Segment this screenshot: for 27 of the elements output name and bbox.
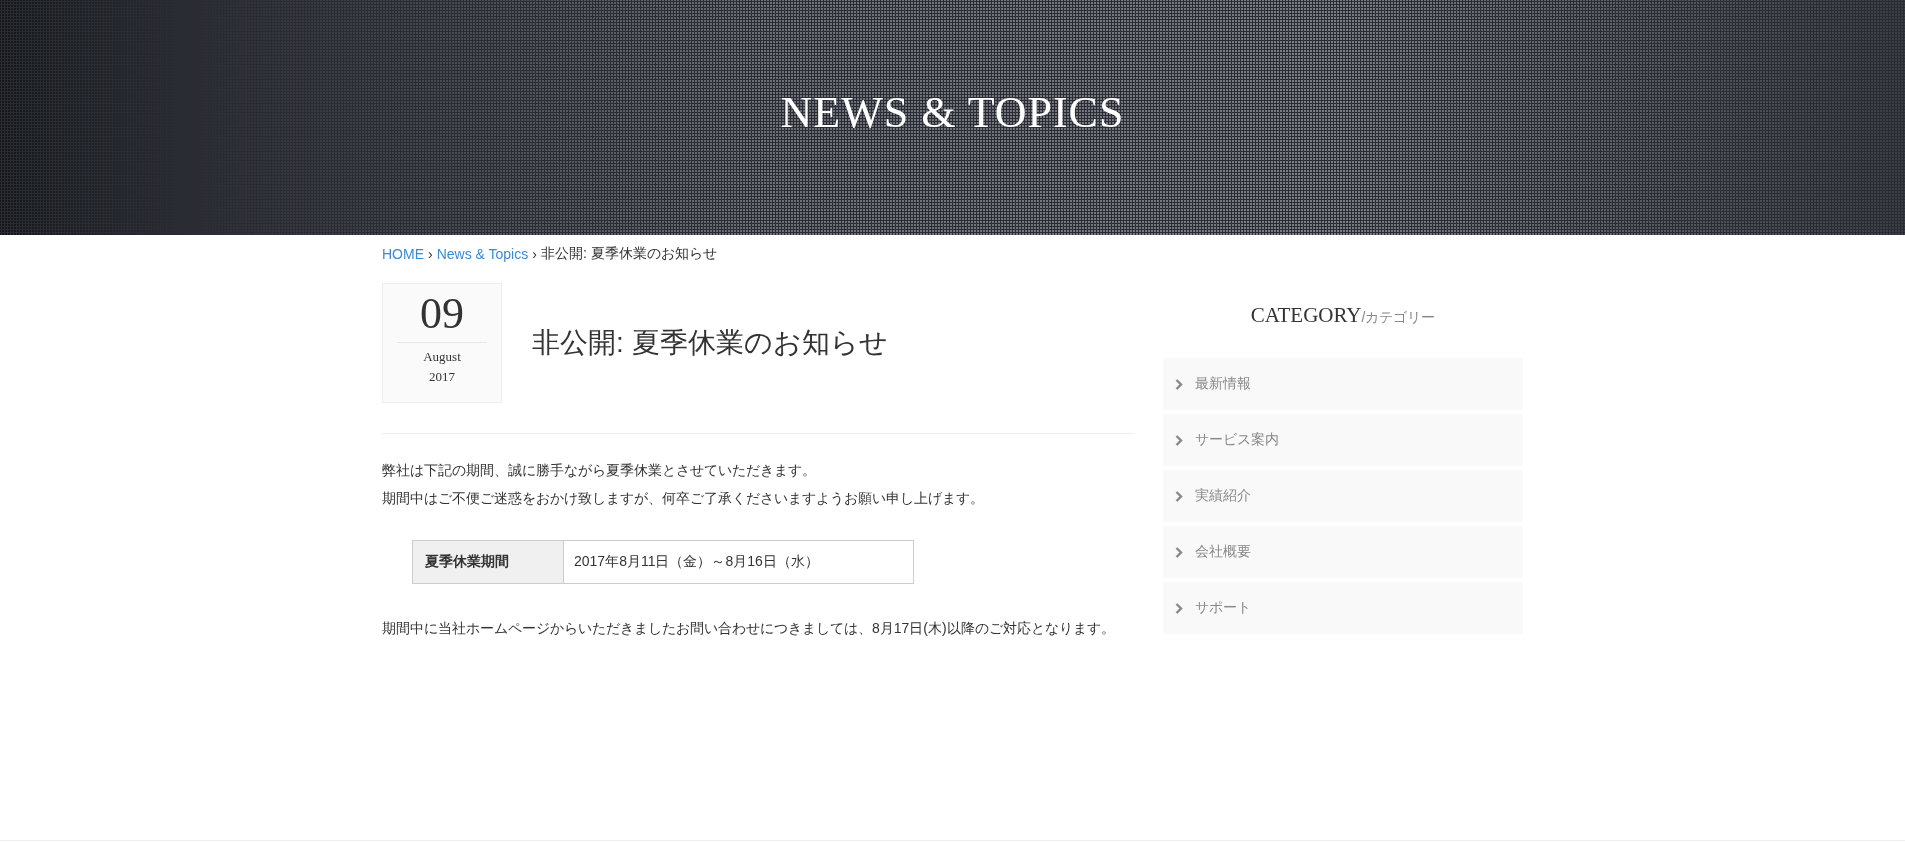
chevron-icon bbox=[1175, 546, 1183, 558]
date-year: 2017 bbox=[429, 368, 455, 387]
category-link[interactable]: サービス案内 bbox=[1163, 414, 1523, 466]
date-month: August bbox=[423, 348, 461, 367]
category-link[interactable]: 会社概要 bbox=[1163, 526, 1523, 578]
breadcrumb-link[interactable]: HOME bbox=[382, 246, 424, 262]
breadcrumb-separator: › bbox=[428, 246, 433, 262]
body-text: 期間中に当社ホームページからいただきましたお問い合わせにつきましては、8月17日(木)以降のご対応となります。 bbox=[382, 619, 1116, 638]
chevron-icon bbox=[1175, 434, 1183, 446]
breadcrumb-separator: › bbox=[532, 246, 537, 262]
sidebar-subheading: /カテゴリー bbox=[1361, 309, 1436, 325]
table-header-cell: 夏季休業期間 bbox=[412, 540, 564, 584]
breadcrumb-link[interactable]: News & Topics bbox=[436, 246, 529, 262]
breadcrumb-current: 非公開: 夏季休業のお知らせ bbox=[540, 245, 717, 263]
category-link[interactable]: 最新情報 bbox=[1163, 358, 1523, 410]
category-link[interactable]: 実績紹介 bbox=[1163, 470, 1523, 522]
page-title: NEWS & TOPICS bbox=[780, 87, 1125, 138]
table-cell: 2017年8月11日（金）～8月16日（水） bbox=[563, 540, 914, 584]
chevron-icon bbox=[1175, 490, 1183, 502]
chevron-icon bbox=[1175, 378, 1183, 390]
category-link[interactable]: サポート bbox=[1163, 582, 1523, 634]
sidebar-heading: CATEGORY bbox=[1250, 303, 1362, 327]
body-text: 弊社は下記の期間、誠に勝手ながら夏季休業とさせていただきます。 bbox=[382, 461, 817, 480]
date-day: 09 bbox=[420, 290, 464, 339]
post-title: 非公開: 夏季休業のお知らせ bbox=[532, 326, 888, 360]
body-text: 期間中はご不便ご迷惑をおかけ致しますが、何卒ご了承くださいますようお願い申し上げます。 bbox=[382, 489, 985, 508]
chevron-icon bbox=[1175, 602, 1183, 614]
